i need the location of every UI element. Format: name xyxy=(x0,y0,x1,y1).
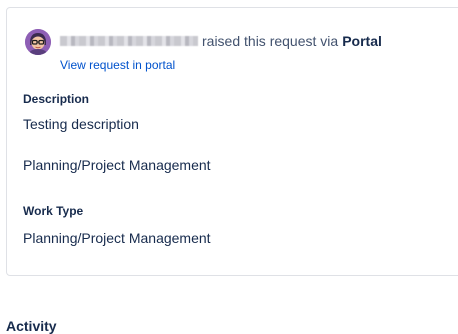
description-line-2: Planning/Project Management xyxy=(23,157,211,173)
request-channel: Portal xyxy=(342,33,382,49)
description-line-1: Testing description xyxy=(23,116,139,132)
requester-line: raised this request via Portal xyxy=(60,31,382,51)
work-type-value: Planning/Project Management xyxy=(23,230,211,246)
view-request-in-portal-link[interactable]: View request in portal xyxy=(60,58,175,72)
request-details-card: raised this request via Portal View requ… xyxy=(6,7,458,276)
work-type-label: Work Type xyxy=(23,204,84,218)
user-avatar-icon[interactable] xyxy=(25,29,51,55)
redacted-requester-name xyxy=(60,36,198,46)
description-label: Description xyxy=(23,92,90,106)
request-action-text: raised this request via xyxy=(202,33,339,49)
